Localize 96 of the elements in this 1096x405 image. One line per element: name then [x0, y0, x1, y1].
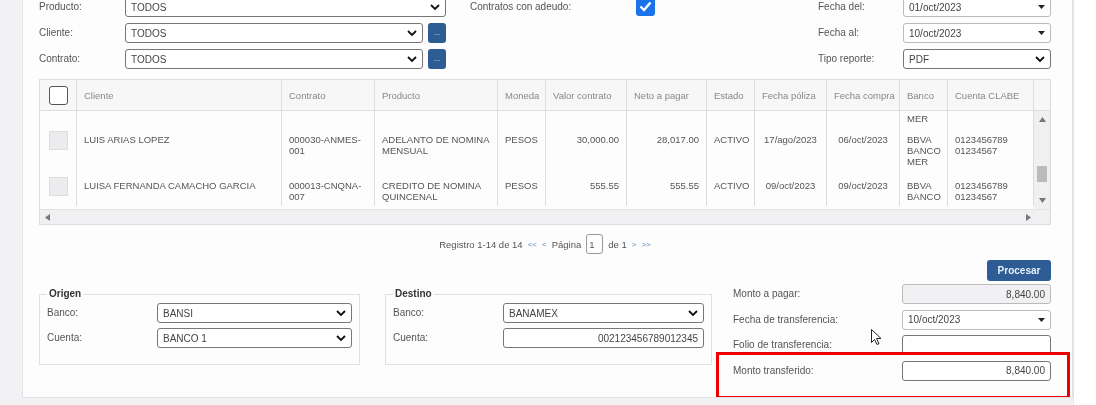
producto-select[interactable]: TODOS: [125, 0, 446, 17]
row-checkbox[interactable]: [48, 177, 68, 196]
table-cell: ACTIVO: [707, 171, 755, 206]
field-label: Contrato:: [39, 52, 82, 64]
field-label: Monto a pagar:: [733, 287, 801, 299]
date-picker[interactable]: 10/oct/2023: [902, 309, 1051, 330]
scrollbar-thumb[interactable]: [1037, 166, 1047, 182]
group-title: Destino: [393, 288, 434, 299]
contrato-select[interactable]: TODOS: [125, 49, 423, 69]
next-page-link[interactable]: >: [631, 239, 637, 249]
field-label: Fecha al:: [818, 26, 861, 38]
table-cell: CREDITO DE NOMINA QUINCENAL: [375, 171, 498, 206]
table-cell: 06/oct/2023: [827, 125, 900, 171]
field-label: Banco:: [47, 306, 80, 318]
select-all-checkbox[interactable]: [48, 85, 68, 105]
checkbox[interactable]: [636, 0, 655, 16]
date-picker[interactable]: 10/oct/2023: [903, 23, 1051, 43]
table-cell: 30,000.00: [546, 125, 627, 171]
search-contract-button[interactable]: ...: [428, 49, 446, 69]
first-page-link[interactable]: <<: [527, 239, 537, 249]
table-cell: 555.55: [546, 171, 627, 206]
table-cell: PESOS: [498, 171, 546, 206]
scroll-left-icon[interactable]: [44, 213, 51, 221]
column-header: Fecha póliza: [755, 80, 827, 110]
chevron-down-icon: [407, 55, 417, 63]
field-label: Folio de transferencia:: [733, 338, 832, 350]
table-cell: ACTIVO: [707, 125, 755, 171]
table-cell: 28,017.00: [627, 125, 707, 171]
column-header: Contrato: [282, 80, 375, 110]
column-header: Moneda: [498, 80, 546, 110]
mouse-pointer-icon: [871, 329, 882, 345]
field-label: Banco:: [393, 306, 426, 318]
column-header: Cliente: [77, 80, 282, 110]
field-label: Cliente:: [39, 26, 74, 38]
horizontal-scrollbar[interactable]: [40, 209, 1050, 224]
field-label: Monto transferido:: [733, 363, 814, 376]
dropdown-arrow-icon: [1038, 31, 1045, 35]
table-cell: 555.55: [627, 171, 707, 206]
column-header: Producto: [375, 80, 498, 110]
scroll-right-icon[interactable]: [1025, 213, 1032, 221]
record-count: Registro 1-14 de 14: [439, 238, 523, 250]
report-type-select[interactable]: PDF: [903, 49, 1051, 69]
dropdown-arrow-icon: [1038, 317, 1045, 322]
page-input[interactable]: 1: [586, 234, 604, 254]
column-header: Estado: [707, 80, 755, 110]
column-header: Banco: [900, 80, 948, 110]
table-cell: LUISA FERNANDA CAMACHO GARCIA: [77, 171, 282, 206]
page-label: Página: [551, 238, 582, 250]
table-cell: MER: [900, 111, 948, 125]
bank-select[interactable]: BANAMEX: [503, 303, 704, 323]
amount-display: 8,840.00: [902, 284, 1051, 304]
column-header: Fecha compra: [827, 80, 900, 110]
field-label: Contratos con adeudo:: [470, 0, 573, 12]
scroll-down-icon[interactable]: [1038, 197, 1046, 204]
scroll-up-icon[interactable]: [1038, 116, 1046, 123]
table-cell: ADELANTO DE NOMINA MENSUAL: [375, 125, 498, 171]
bank-select[interactable]: BANSI: [157, 303, 352, 323]
account-select[interactable]: BANCO 1: [157, 328, 352, 348]
group-title: Origen: [47, 288, 84, 299]
field-label: Tipo reporte:: [818, 52, 876, 64]
field-label: Fecha de transferencia:: [733, 312, 839, 325]
table-cell: BBVA BANCO: [900, 171, 948, 206]
field-label: Cuenta:: [47, 331, 84, 343]
table-cell: BBVA BANCO MER: [900, 125, 948, 171]
table-cell: 17/ago/2023: [755, 125, 827, 171]
chevron-down-icon: [1035, 55, 1045, 63]
folio-input[interactable]: [902, 335, 1051, 355]
cliente-select[interactable]: TODOS: [125, 23, 423, 43]
vertical-scrollbar[interactable]: [1034, 111, 1050, 209]
table-cell: 000013-CNQNA-007: [282, 171, 375, 206]
chevron-down-icon: [336, 309, 346, 317]
chevron-down-icon: [430, 3, 440, 11]
field-label: Cuenta:: [393, 331, 430, 343]
page-total: de 1: [608, 238, 627, 250]
column-header: Cuenta CLABE: [948, 80, 1034, 110]
dropdown-arrow-icon: [1038, 5, 1045, 9]
column-header: Neto a pagar: [627, 80, 707, 110]
table-cell: PESOS: [498, 125, 546, 171]
field-label: Producto:: [39, 0, 83, 12]
previous-page-link[interactable]: <: [542, 239, 547, 249]
search-client-button[interactable]: ...: [428, 23, 446, 43]
table-cell: 000030-ANMES-001: [282, 125, 375, 171]
chevron-down-icon: [688, 309, 698, 317]
table-cell: LUIS ARIAS LOPEZ: [77, 125, 282, 171]
chevron-down-icon: [336, 334, 346, 342]
date-picker[interactable]: 01/oct/2023: [903, 0, 1051, 17]
chevron-down-icon: [407, 29, 417, 37]
process-button[interactable]: Procesar: [987, 260, 1051, 281]
last-page-link[interactable]: >>: [641, 239, 651, 249]
table-cell: 09/oct/2023: [827, 171, 900, 206]
table-cell: 09/oct/2023: [755, 171, 827, 206]
amount-input[interactable]: 8,840.00: [902, 360, 1051, 381]
field-label: Fecha del:: [818, 0, 866, 12]
account-input[interactable]: 002123456789012345: [503, 328, 704, 348]
row-checkbox[interactable]: [48, 131, 68, 150]
column-header: Valor contrato: [546, 80, 627, 110]
